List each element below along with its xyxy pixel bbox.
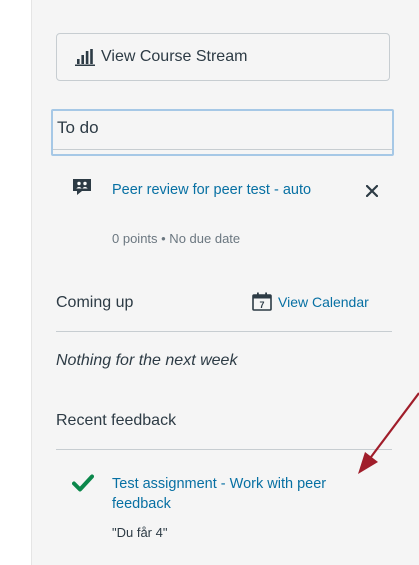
todo-item-meta: 0 points • No due date <box>112 231 241 246</box>
view-calendar-link[interactable]: 7 View Calendar <box>252 292 369 311</box>
view-course-stream-label: View Course Stream <box>101 48 248 65</box>
feedback-item-link[interactable]: Test assignment - Work with peer feedbac… <box>112 474 352 514</box>
recent-feedback-title: Recent feedback <box>56 412 177 429</box>
calendar-icon: 7 <box>252 292 272 311</box>
todo-divider <box>53 149 392 150</box>
coming-up-title: Coming up <box>56 294 134 311</box>
todo-item-link[interactable]: Peer review for peer test - auto <box>112 179 322 202</box>
view-course-stream-button[interactable]: View Course Stream <box>56 33 390 81</box>
dismiss-todo-button[interactable] <box>365 184 379 201</box>
coming-up-divider <box>56 331 392 332</box>
calendar-day: 7 <box>259 300 264 310</box>
peer-review-icon <box>73 179 91 195</box>
todo-header[interactable]: To do <box>51 109 394 156</box>
view-calendar-label: View Calendar <box>278 293 369 310</box>
coming-up-empty-text: Nothing for the next week <box>56 352 238 369</box>
todo-title: To do <box>57 118 99 137</box>
bar-chart-icon <box>75 49 95 66</box>
recent-feedback-divider <box>56 449 392 450</box>
close-icon <box>365 184 379 198</box>
feedback-item-comment: "Du får 4" <box>112 525 168 540</box>
checkmark-icon <box>72 474 94 492</box>
